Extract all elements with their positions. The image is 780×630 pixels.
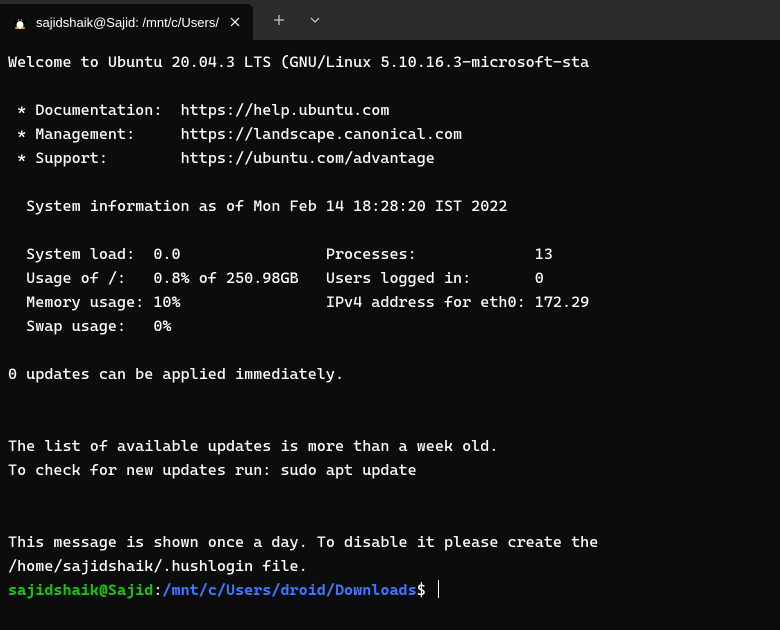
- sysinfo-line: Swap usage: 0%: [8, 317, 171, 335]
- prompt-user: sajidshaik@Sajid: [8, 581, 153, 599]
- prompt-dollar: $: [417, 581, 426, 599]
- titlebar: sajidshaik@Sajid: /mnt/c/Users/: [0, 0, 780, 40]
- prompt-path: /mnt/c/Users/droid/Downloads: [162, 581, 416, 599]
- daily-message-line: This message is shown once a day. To dis…: [8, 533, 598, 551]
- sysinfo-header: System information as of Mon Feb 14 18:2…: [8, 197, 508, 215]
- cursor: [438, 580, 440, 598]
- welcome-line: Welcome to Ubuntu 20.04.3 LTS (GNU/Linux…: [8, 53, 589, 71]
- tab-title: sajidshaik@Sajid: /mnt/c/Users/: [36, 15, 219, 30]
- sysinfo-line: System load: 0.0 Processes: 13: [8, 245, 553, 263]
- sysinfo-line: Memory usage: 10% IPv4 address for eth0:…: [8, 293, 589, 311]
- sysinfo-line: Usage of /: 0.8% of 250.98GB Users logge…: [8, 269, 544, 287]
- close-icon[interactable]: [227, 14, 243, 30]
- support-label: * Support:: [8, 149, 181, 167]
- new-tab-button[interactable]: [261, 2, 297, 38]
- dropdown-button[interactable]: [297, 2, 333, 38]
- updates-old-line: The list of available updates is more th…: [8, 437, 498, 455]
- hushlogin-line: /home/sajidshaik/.hushlogin file.: [8, 557, 308, 575]
- mgmt-label: * Management:: [8, 125, 181, 143]
- titlebar-actions: [253, 0, 333, 40]
- tux-icon: [12, 14, 28, 30]
- doc-url: https://help.ubuntu.com: [181, 101, 390, 119]
- updates-line: 0 updates can be applied immediately.: [8, 365, 344, 383]
- mgmt-url: https://landscape.canonical.com: [181, 125, 463, 143]
- support-url: https://ubuntu.com/advantage: [181, 149, 435, 167]
- terminal-output[interactable]: Welcome to Ubuntu 20.04.3 LTS (GNU/Linux…: [0, 40, 780, 612]
- terminal-tab[interactable]: sajidshaik@Sajid: /mnt/c/Users/: [0, 4, 253, 40]
- updates-check-line: To check for new updates run: sudo apt u…: [8, 461, 417, 479]
- doc-label: * Documentation:: [8, 101, 181, 119]
